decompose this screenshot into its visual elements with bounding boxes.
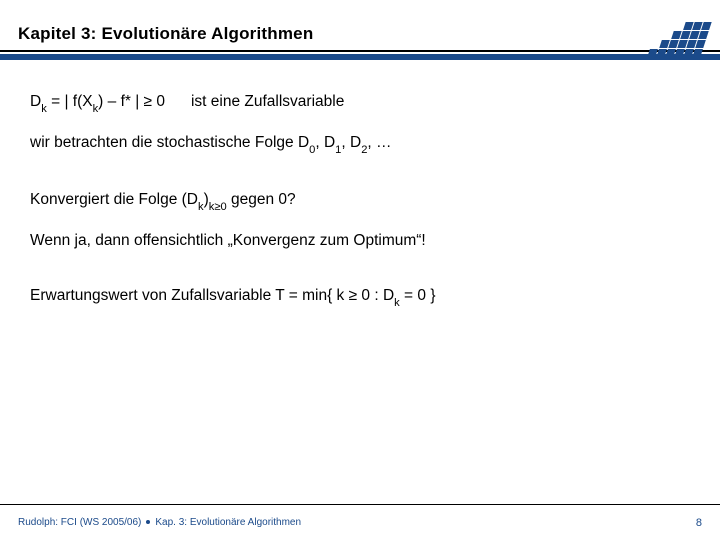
slide: Kapitel 3: Evolutionäre Algorithmen Dk =… [0, 0, 720, 540]
slide-header: Kapitel 3: Evolutionäre Algorithmen [0, 0, 720, 66]
text-line-5: Erwartungswert von Zufallsvariable T = m… [30, 286, 690, 309]
t: = 0 } [400, 287, 436, 304]
subscript: 2 [361, 144, 367, 156]
t: gegen 0? [227, 191, 296, 208]
text-line-1: Dk = | f(Xk) – f* | ≥ 0ist eine Zufallsv… [30, 92, 690, 115]
grid-logo-icon [647, 22, 711, 57]
footer-left: Rudolph: FCI (WS 2005/06) Kap. 3: Evoluti… [18, 517, 301, 528]
t: , … [367, 134, 391, 151]
t: Konvergiert die Folge (D [30, 191, 198, 208]
t: Erwartungswert von Zufallsvariable T = m… [30, 287, 394, 304]
footer-chapter: Kap. 3: Evolutionäre Algorithmen [155, 517, 301, 528]
subscript: k [394, 297, 400, 309]
subscript: k [198, 201, 204, 213]
footer-author: Rudolph: FCI (WS 2005/06) [18, 517, 141, 528]
t: , D [315, 134, 335, 151]
slide-footer: Rudolph: FCI (WS 2005/06) Kap. 3: Evoluti… [0, 504, 720, 540]
text-line-4: Wenn ja, dann offensichtlich „Konvergenz… [30, 231, 690, 252]
t: wir betrachten die stochastische Folge D [30, 134, 309, 151]
header-rule-thick [0, 54, 720, 60]
t: ) [204, 191, 209, 208]
t: , D [341, 134, 361, 151]
t: = | f(X [47, 93, 93, 110]
subscript: k [41, 103, 47, 115]
header-rule-thin [0, 50, 720, 52]
subscript: k≥0 [209, 201, 227, 213]
t: ist eine Zufallsvariable [191, 93, 344, 110]
subscript: 0 [309, 144, 315, 156]
subscript: k [93, 103, 99, 115]
subscript: 1 [335, 144, 341, 156]
bullet-icon [146, 520, 150, 524]
text-line-2: wir betrachten die stochastische Folge D… [30, 133, 690, 156]
slide-title: Kapitel 3: Evolutionäre Algorithmen [18, 24, 720, 44]
text-line-3: Konvergiert die Folge (Dk)k≥0 gegen 0? [30, 190, 690, 213]
t: D [30, 93, 41, 110]
slide-body: Dk = | f(Xk) – f* | ≥ 0ist eine Zufallsv… [0, 66, 720, 309]
page-number: 8 [696, 517, 702, 529]
t: ) – f* | ≥ 0 [98, 93, 165, 110]
